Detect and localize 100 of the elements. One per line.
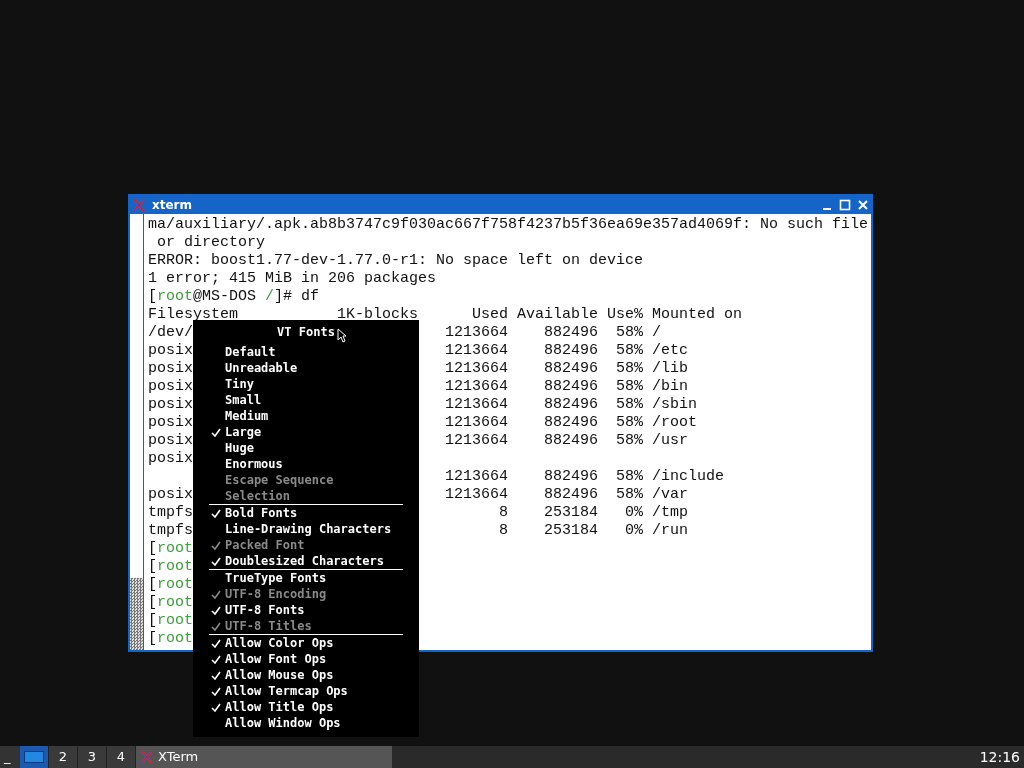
filesystem-cell: posix <box>148 342 193 359</box>
mouse-pointer-icon <box>337 328 347 343</box>
filesystem-cell: tmpfs <box>148 504 193 521</box>
menu-item[interactable]: Tiny <box>193 376 419 392</box>
mount-point-cell: /include <box>652 468 725 485</box>
use-percent-cell: 58% <box>616 342 644 360</box>
menu-item[interactable]: UTF-8 Fonts <box>193 602 419 618</box>
scroll-thumb[interactable] <box>130 578 143 650</box>
used-cell: 8 <box>499 504 509 522</box>
terminal-line: or directory <box>156 234 266 252</box>
close-icon[interactable] <box>857 199 869 211</box>
filesystem-cell: posix <box>148 432 193 449</box>
menu-item[interactable]: TrueType Fonts <box>193 570 419 586</box>
menu-item[interactable]: Line-Drawing Characters <box>193 521 419 537</box>
mount-point-cell: /lib <box>652 360 689 377</box>
available-cell: 253184 <box>544 504 599 522</box>
use-percent-cell: 58% <box>616 324 644 342</box>
window-title: xterm <box>152 197 194 214</box>
filesystem-cell: posix <box>148 486 193 503</box>
menu-item[interactable]: Enormous <box>193 456 419 472</box>
available-cell: 882496 <box>544 414 599 432</box>
available-cell: 882496 <box>544 378 599 396</box>
menu-item[interactable]: Large <box>193 424 419 440</box>
use-percent-cell: 58% <box>616 378 644 396</box>
menu-item[interactable]: Unreadable <box>193 360 419 376</box>
terminal-line: 1 error; 415 MiB in 206 packages <box>148 270 437 288</box>
desktop-button[interactable] <box>20 746 49 768</box>
use-percent-cell: 0% <box>625 522 644 540</box>
desktop-button[interactable]: 3 <box>78 746 107 768</box>
used-cell: 1213664 <box>445 360 509 378</box>
filesystem-cell: posix <box>148 414 193 431</box>
used-cell: 1213664 <box>445 486 509 504</box>
menu-item[interactable]: Allow Termcap Ops <box>193 683 419 699</box>
used-cell: 1213664 <box>445 468 509 486</box>
used-cell: 1213664 <box>445 396 509 414</box>
terminal-line: [root <box>148 540 194 558</box>
use-percent-cell: 58% <box>616 468 644 486</box>
terminal-line: [root <box>148 576 194 594</box>
terminal-line: [root <box>148 612 194 630</box>
filesystem-cell: posix <box>148 378 193 395</box>
menu-item[interactable]: Default <box>193 344 419 360</box>
scroll-bar[interactable] <box>130 214 144 650</box>
use-percent-cell: 58% <box>616 414 644 432</box>
filesystem-cell: /dev/ <box>148 324 193 341</box>
used-cell: 8 <box>499 522 509 540</box>
filesystem-cell: tmpfs <box>148 522 193 539</box>
use-percent-cell: 58% <box>616 396 644 414</box>
used-cell: 1213664 <box>445 324 509 342</box>
available-cell: 882496 <box>544 360 599 378</box>
task-button[interactable]: XTerm <box>136 746 392 768</box>
use-percent-cell: 58% <box>616 432 644 450</box>
x-logo-icon <box>140 750 154 764</box>
mount-point-cell: /var <box>652 486 689 503</box>
menu-item[interactable]: Doublesized Characters <box>193 553 419 569</box>
clock: 12:16 <box>979 747 1021 767</box>
menu-item[interactable]: Allow Mouse Ops <box>193 667 419 683</box>
maximize-icon[interactable] <box>839 199 851 211</box>
available-cell: 882496 <box>544 432 599 450</box>
use-percent-cell: 58% <box>616 360 644 378</box>
used-cell: 1213664 <box>445 342 509 360</box>
used-cell: 1213664 <box>445 378 509 396</box>
used-cell: 1213664 <box>445 414 509 432</box>
show-desktop-button[interactable]: _ <box>0 746 20 768</box>
mount-point-cell: /bin <box>652 378 689 395</box>
available-cell: 882496 <box>544 486 599 504</box>
filesystem-cell: posix <box>148 450 193 467</box>
menu-item[interactable]: Medium <box>193 408 419 424</box>
mount-point-cell: /sbin <box>652 396 698 413</box>
terminal-line: [root@MS-DOS /]# df <box>148 288 320 306</box>
terminal-line: [root <box>148 630 194 648</box>
mount-point-cell: /run <box>652 522 689 539</box>
available-cell: 882496 <box>544 468 599 486</box>
filesystem-cell: posix <box>148 360 193 377</box>
menu-item[interactable]: Small <box>193 392 419 408</box>
available-cell: 882496 <box>544 396 599 414</box>
menu-item[interactable]: Allow Window Ops <box>193 715 419 731</box>
x-logo-icon <box>132 198 146 212</box>
mount-point-cell: /etc <box>652 342 689 359</box>
menu-item[interactable]: Allow Color Ops <box>193 635 419 651</box>
terminal-line: ERROR: boost1.77-dev-1.77.0-r1: No space left on device <box>148 252 644 270</box>
mount-point-cell: /usr <box>652 432 689 449</box>
filesystem-cell: posix <box>148 396 193 413</box>
menu-title: VT Fonts <box>277 324 335 341</box>
menu-item[interactable]: Allow Font Ops <box>193 651 419 667</box>
used-cell: 1213664 <box>445 432 509 450</box>
menu-item[interactable]: Huge <box>193 440 419 456</box>
terminal-line: [root <box>148 594 194 612</box>
menu-item[interactable]: Bold Fonts <box>193 505 419 521</box>
menu-item[interactable]: Allow Title Ops <box>193 699 419 715</box>
terminal-line: ma/auxiliary/.apk.ab8b3747c9f030ac667f758f4237b5f36ea69e357ad4069f: No such file <box>148 216 869 234</box>
desktop-button[interactable]: 2 <box>49 746 78 768</box>
desktop-preview-icon <box>24 751 44 763</box>
available-cell: 882496 <box>544 342 599 360</box>
available-cell: 882496 <box>544 324 599 342</box>
mount-point-cell: /tmp <box>652 504 689 521</box>
terminal-line: Filesystem 1K-blocks Used Available Use% Mounted on <box>148 306 743 324</box>
terminal-line: [root <box>148 558 194 576</box>
desktop-button[interactable]: 4 <box>107 746 136 768</box>
mount-point-cell: / <box>652 324 662 341</box>
available-cell: 253184 <box>544 522 599 540</box>
